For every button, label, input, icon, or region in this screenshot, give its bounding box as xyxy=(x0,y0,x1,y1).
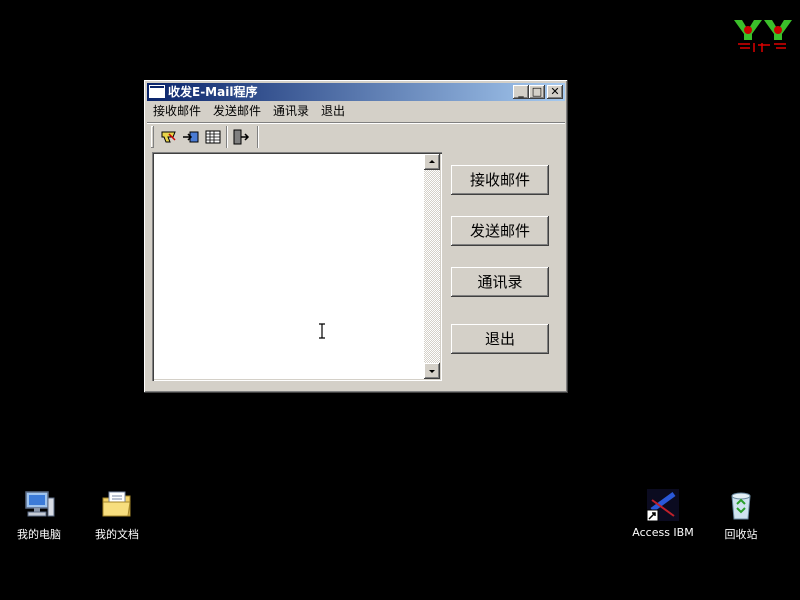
scroll-down-button[interactable] xyxy=(424,363,440,379)
logo xyxy=(732,18,794,54)
send-mail-button[interactable]: 发送邮件 xyxy=(451,216,549,246)
send-mail-icon[interactable] xyxy=(181,128,201,146)
access-ibm-icon xyxy=(646,488,680,522)
text-cursor-icon xyxy=(318,323,326,339)
desktop-icon-label: 我的电脑 xyxy=(17,528,61,541)
toolbar-end-separator xyxy=(257,126,259,148)
toolbar-grip[interactable] xyxy=(151,126,154,148)
scroll-down-arrow-icon xyxy=(429,370,435,373)
menu-bar: 接收邮件 发送邮件 通讯录 退出 xyxy=(147,102,565,120)
recycle-bin-icon xyxy=(724,488,758,522)
minimize-icon: _ xyxy=(518,85,524,98)
exit-button[interactable]: 退出 xyxy=(451,324,549,354)
my-computer-icon xyxy=(22,488,56,522)
maximize-button[interactable]: □ xyxy=(529,85,545,99)
desktop-icon-my-documents[interactable]: 我的文档 xyxy=(82,488,152,542)
mail-content-textarea[interactable] xyxy=(152,152,442,381)
scroll-up-arrow-icon xyxy=(429,160,435,163)
desktop-icon-label: 我的文档 xyxy=(95,528,139,541)
close-icon: ✕ xyxy=(550,85,560,98)
receive-mail-button[interactable]: 接收邮件 xyxy=(451,165,549,195)
toolbar xyxy=(147,124,565,150)
desktop-icon-label: Access IBM xyxy=(632,526,694,539)
email-app-window[interactable]: 收发E-Mail程序 _ □ ✕ 接收邮件 发送邮件 通讯录 退出 接收邮件 发… xyxy=(144,80,568,393)
desktop-icon-recycle-bin[interactable]: 回收站 xyxy=(706,488,776,542)
menu-receive-mail[interactable]: 接收邮件 xyxy=(149,102,205,120)
menu-address-book[interactable]: 通讯录 xyxy=(269,102,313,120)
address-book-icon[interactable] xyxy=(203,128,223,146)
exit-icon[interactable] xyxy=(231,128,251,146)
close-button[interactable]: ✕ xyxy=(547,85,563,99)
scroll-up-button[interactable] xyxy=(424,154,440,170)
address-book-button[interactable]: 通讯录 xyxy=(451,267,549,297)
menu-send-mail[interactable]: 发送邮件 xyxy=(209,102,265,120)
minimize-button[interactable]: _ xyxy=(513,85,529,99)
toolbar-separator xyxy=(226,126,228,148)
menu-exit[interactable]: 退出 xyxy=(317,102,349,120)
desktop-icon-label: 回收站 xyxy=(724,528,758,541)
desktop-icon-access-ibm[interactable]: Access IBM xyxy=(628,488,698,539)
desktop-icon-my-computer[interactable]: 我的电脑 xyxy=(4,488,74,542)
title-bar[interactable]: 收发E-Mail程序 _ □ ✕ xyxy=(147,83,565,101)
my-documents-icon xyxy=(100,488,134,522)
window-title: 收发E-Mail程序 xyxy=(168,85,258,99)
maximize-icon: □ xyxy=(531,85,543,98)
vertical-scrollbar[interactable] xyxy=(424,154,440,379)
window-app-icon xyxy=(149,85,165,98)
receive-mail-icon[interactable] xyxy=(159,128,179,146)
